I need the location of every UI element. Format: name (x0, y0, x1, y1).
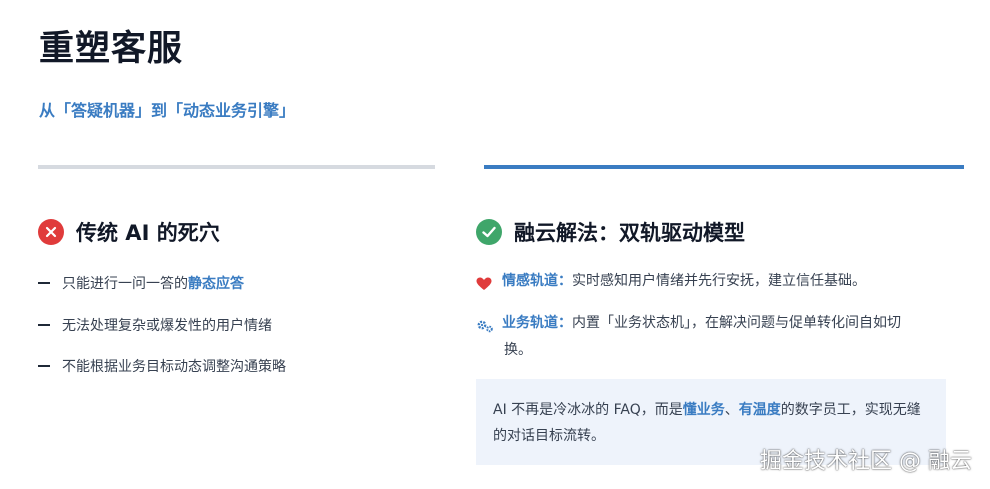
dash-icon (38, 365, 50, 367)
left-divider (38, 165, 435, 169)
track-text: 内置「业务状态机」，在解决问题与促单转化间自如切 (572, 315, 901, 331)
dash-icon (38, 282, 50, 284)
gears-icon (476, 316, 494, 343)
page-title: 重塑客服 (39, 29, 184, 69)
callout-highlight: 有温度 (738, 402, 781, 418)
list-item: 业务轨道：内置「业务状态机」，在解决问题与促单转化间自如切 换。 (476, 310, 901, 364)
page-subtitle: 从「答疑机器」到「动态业务引擎」 (39, 101, 296, 120)
watermark: 掘金技术社区 @ 融云 (760, 449, 972, 474)
list-item-text: 只能进行一问一答的 (62, 276, 188, 292)
callout-prefix: AI 不再是冷冰冰的 FAQ，而是 (493, 402, 683, 418)
x-circle-icon (38, 219, 64, 245)
callout-text: AI 不再是冷冰冰的 FAQ，而是懂业务、有温度的数字员工，实现无缝的对话目标流… (493, 397, 933, 449)
right-divider (484, 165, 964, 169)
dash-icon (38, 324, 50, 326)
list-item-highlight: 静态应答 (188, 276, 244, 292)
callout-highlight: 懂业务 (682, 402, 725, 418)
list-item-text: 不能根据业务目标动态调整沟通策略 (62, 359, 286, 375)
list-item: 情感轨道：实时感知用户情绪并先行安抚，建立信任基础。 (476, 268, 866, 295)
track-label: 情感轨道： (502, 273, 572, 289)
list-item-text: 无法处理复杂或爆发性的用户情绪 (62, 318, 272, 334)
list-item: 只能进行一问一答的 静态应答 (38, 273, 244, 293)
right-heading: 融云解法：双轨驱动模型 (476, 217, 745, 247)
check-circle-icon (476, 219, 502, 245)
list-item: 不能根据业务目标动态调整沟通策略 (38, 356, 286, 376)
track-label: 业务轨道： (502, 315, 572, 331)
callout-separator: 、 (724, 402, 739, 418)
left-heading: 传统 AI 的死穴 (38, 217, 220, 247)
track-text: 实时感知用户情绪并先行安抚，建立信任基础。 (572, 273, 866, 289)
left-heading-text: 传统 AI 的死穴 (76, 221, 220, 245)
heart-icon (476, 274, 492, 301)
list-item: 无法处理复杂或爆发性的用户情绪 (38, 315, 272, 335)
track-text-continued: 换。 (504, 342, 532, 358)
right-heading-text: 融云解法：双轨驱动模型 (514, 221, 745, 245)
